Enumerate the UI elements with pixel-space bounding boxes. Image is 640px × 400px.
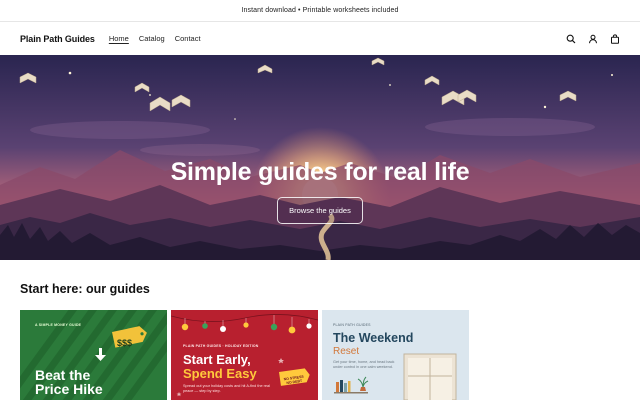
main-nav: Home Catalog Contact [105, 32, 205, 45]
card-title-line: Price Hike [35, 381, 103, 397]
card-title: Beat the Price Hike [35, 368, 103, 396]
announcement-text: Instant download • Printable worksheets … [241, 7, 399, 14]
card-subtitle: Spread out your holiday costs and hit A-… [183, 384, 270, 393]
site-header: Plain Path Guides Home Catalog Contact [0, 22, 640, 55]
card-subtitle: Get your time, home, and head back under… [333, 360, 395, 369]
card-title: The Weekend [333, 331, 414, 345]
hero-title: Simple guides for real life [170, 158, 470, 186]
card-tag: PLAIN PATH GUIDES · HOLIDAY EDITION [183, 344, 259, 348]
price-tag-label: $$$ [117, 338, 133, 348]
guide-card-weekend-reset[interactable]: PLAIN PATH GUIDES The Weekend Reset Get … [322, 310, 469, 400]
section-title: Start here: our guides [20, 282, 150, 296]
nav-home[interactable]: Home [105, 32, 133, 45]
guide-card-holiday[interactable]: PLAIN PATH GUIDES · HOLIDAY EDITION Star… [171, 310, 318, 400]
card-title: Start Early, [183, 352, 251, 367]
nav-catalog[interactable]: Catalog [135, 32, 169, 45]
cart-icon[interactable] [610, 33, 620, 44]
account-icon[interactable] [588, 34, 598, 44]
announcement-bar: Instant download • Printable worksheets … [0, 0, 640, 22]
card-title-accent: Spend Easy [183, 366, 257, 381]
card-title-line: Beat the [35, 367, 91, 383]
card-tag: PLAIN PATH GUIDES [333, 323, 371, 327]
nav-contact[interactable]: Contact [171, 32, 205, 45]
guide-card-price-hike[interactable]: A SIMPLE MONEY GUIDE $$$ Beat the Price … [20, 310, 167, 400]
card-tag: A SIMPLE MONEY GUIDE [35, 323, 82, 327]
hero-banner: Simple guides for real life Browse the g… [0, 55, 640, 260]
brand-logo[interactable]: Plain Path Guides [20, 34, 95, 44]
browse-guides-button[interactable]: Browse the guides [277, 197, 363, 224]
header-actions [566, 33, 620, 44]
card-title-accent: Reset [333, 346, 360, 357]
search-icon[interactable] [566, 34, 576, 44]
